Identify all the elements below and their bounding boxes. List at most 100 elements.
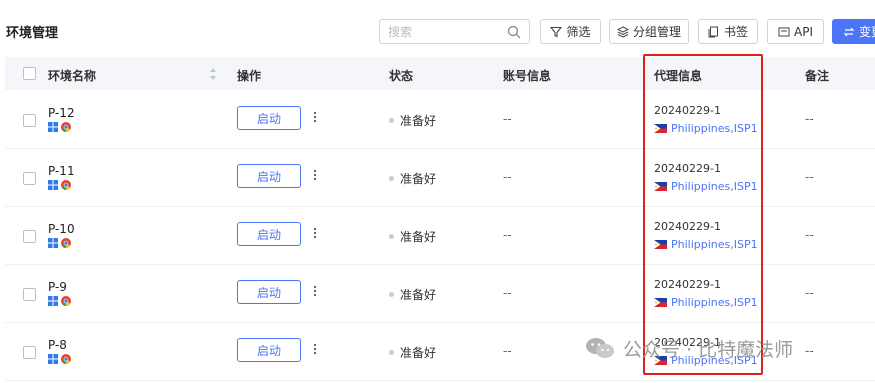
account-info: -- <box>503 170 512 184</box>
note: -- <box>805 286 814 300</box>
status-dot <box>389 292 394 297</box>
bookmark-icon <box>708 26 718 37</box>
row-checkbox[interactable] <box>23 230 36 243</box>
api-label: API <box>794 24 813 39</box>
group-management-label: 分组管理 <box>632 25 681 39</box>
table-row[interactable]: P-8 启动 准备好 -- 20240229-1 Philippines,ISP… <box>5 323 875 381</box>
more-icon[interactable] <box>311 167 319 183</box>
proxy-location: Philippines,ISP1 <box>654 354 758 367</box>
launch-button[interactable]: 启动 <box>237 222 301 246</box>
proxy-location-text: Philippines,ISP1 <box>671 122 758 135</box>
env-name: P-12 <box>48 106 75 120</box>
proxy-location-text: Philippines,ISP1 <box>671 180 758 193</box>
philippines-flag-icon <box>654 240 667 249</box>
page-title: 环境管理 <box>6 26 59 41</box>
env-name: P-10 <box>48 222 75 236</box>
table-row[interactable]: P-9 启动 准备好 -- 20240229-1 Philippines,ISP… <box>5 265 875 323</box>
env-icons <box>48 296 71 306</box>
more-icon[interactable] <box>311 283 319 299</box>
table-row[interactable]: P-11 启动 准备好 -- 20240229-1 Philippines,IS… <box>5 149 875 207</box>
status-dot <box>389 234 394 239</box>
account-info: -- <box>503 112 512 126</box>
philippines-flag-icon <box>654 298 667 307</box>
select-all-checkbox[interactable] <box>23 67 36 80</box>
more-icon[interactable] <box>311 109 319 125</box>
table-header: 环境名称 操作 状态 账号信息 代理信息 备注 <box>5 57 875 90</box>
account-info: -- <box>503 344 512 358</box>
status-dot <box>389 176 394 181</box>
status-text: 准备好 <box>400 114 437 128</box>
group-management-button[interactable]: 分组管理 <box>609 19 689 44</box>
proxy-id: 20240229-1 <box>654 278 721 291</box>
windows-icon <box>48 296 58 306</box>
launch-button[interactable]: 启动 <box>237 164 301 188</box>
proxy-id: 20240229-1 <box>654 162 721 175</box>
launch-button[interactable]: 启动 <box>237 280 301 304</box>
proxy-id: 20240229-1 <box>654 336 721 349</box>
row-checkbox[interactable] <box>23 288 36 301</box>
table-row[interactable]: P-10 启动 准备好 -- 20240229-1 Philippines,IS… <box>5 207 875 265</box>
env-icons <box>48 122 71 132</box>
more-icon[interactable] <box>311 225 319 241</box>
filter-button[interactable]: 筛选 <box>540 19 601 44</box>
more-icon[interactable] <box>311 341 319 357</box>
status-text: 准备好 <box>400 346 437 360</box>
table-row[interactable]: P-12 启动 准备好 -- 20240229-1 Philippines,IS… <box>5 91 875 149</box>
proxy-location-text: Philippines,ISP1 <box>671 238 758 251</box>
search-box[interactable] <box>379 19 530 44</box>
proxy-location: Philippines,ISP1 <box>654 122 758 135</box>
status: 准备好 <box>389 344 436 361</box>
status: 准备好 <box>389 286 436 303</box>
primary-action-button[interactable]: 变更 <box>832 19 875 44</box>
api-button[interactable]: API <box>767 19 824 44</box>
proxy-location: Philippines,ISP1 <box>654 180 758 193</box>
row-checkbox[interactable] <box>23 346 36 359</box>
account-info: -- <box>503 228 512 242</box>
launch-button[interactable]: 启动 <box>237 338 301 362</box>
proxy-location-text: Philippines,ISP1 <box>671 354 758 367</box>
env-icons <box>48 180 71 190</box>
search-icon[interactable] <box>507 25 521 39</box>
status-dot <box>389 118 394 123</box>
column-header-name[interactable]: 环境名称 <box>48 67 96 84</box>
windows-icon <box>48 354 58 364</box>
note: -- <box>805 170 814 184</box>
switch-icon <box>843 27 855 36</box>
proxy-id: 20240229-1 <box>654 220 721 233</box>
sort-icon[interactable] <box>209 67 217 81</box>
note: -- <box>805 344 814 358</box>
status: 准备好 <box>389 228 436 245</box>
chrome-icon <box>61 238 71 248</box>
filter-label: 筛选 <box>566 25 591 39</box>
top-bar: 环境管理 筛选 分组管理 书签 API 变更 <box>0 0 875 58</box>
windows-icon <box>48 238 58 248</box>
column-header-account: 账号信息 <box>503 69 552 83</box>
row-checkbox[interactable] <box>23 114 36 127</box>
status: 准备好 <box>389 112 436 129</box>
launch-button[interactable]: 启动 <box>237 106 301 130</box>
env-name: P-11 <box>48 164 75 178</box>
proxy-id: 20240229-1 <box>654 104 721 117</box>
proxy-location: Philippines,ISP1 <box>654 238 758 251</box>
philippines-flag-icon <box>654 182 667 191</box>
windows-icon <box>48 180 58 190</box>
env-icons <box>48 354 71 364</box>
column-header-status: 状态 <box>389 69 414 83</box>
api-icon <box>778 27 790 36</box>
chrome-icon <box>61 122 71 132</box>
chrome-icon <box>61 180 71 190</box>
bookmark-label: 书签 <box>723 25 748 39</box>
chrome-icon <box>61 296 71 306</box>
row-checkbox[interactable] <box>23 172 36 185</box>
note: -- <box>805 112 814 126</box>
env-name: P-8 <box>48 338 67 352</box>
bookmark-button[interactable]: 书签 <box>698 19 758 44</box>
account-info: -- <box>503 286 512 300</box>
proxy-location-text: Philippines,ISP1 <box>671 296 758 309</box>
column-header-note: 备注 <box>805 69 830 83</box>
status-text: 准备好 <box>400 288 437 302</box>
primary-action-label: 变更 <box>859 25 875 39</box>
search-input[interactable] <box>388 23 506 40</box>
layers-icon <box>616 25 629 38</box>
status-text: 准备好 <box>400 172 437 186</box>
